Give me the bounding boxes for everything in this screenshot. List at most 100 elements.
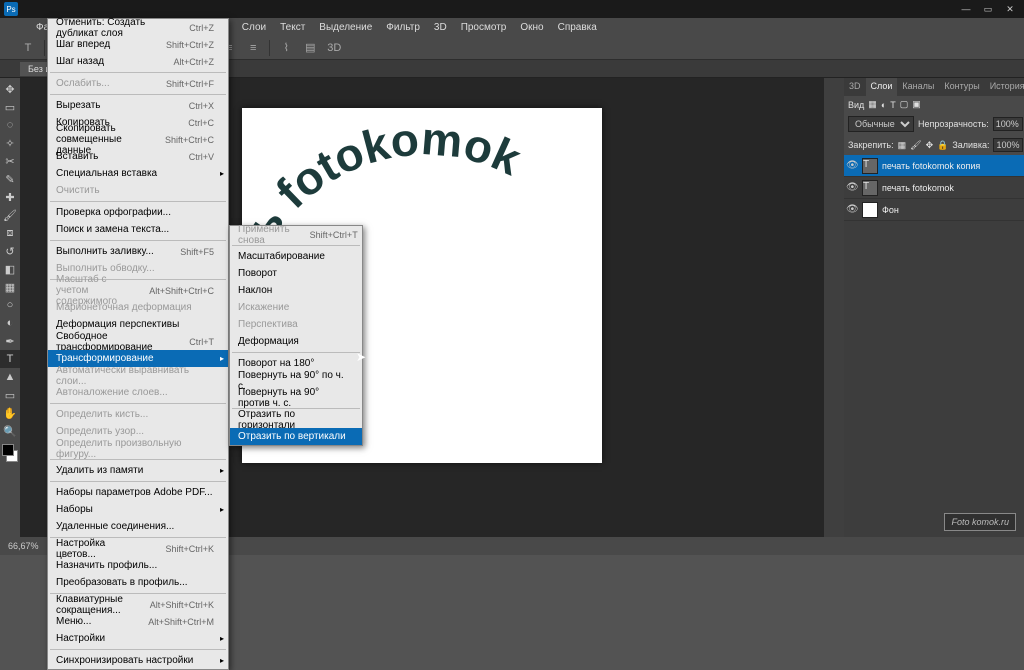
menu-item[interactable]: Выполнить заливку...Shift+F5 xyxy=(48,243,228,260)
menu-item[interactable]: Шаг впередShift+Ctrl+Z xyxy=(48,36,228,53)
eyedropper-tool[interactable]: ✎ xyxy=(0,170,20,188)
menu-item[interactable]: Поворот xyxy=(230,265,362,282)
menu-item[interactable]: Поиск и замена текста... xyxy=(48,221,228,238)
menu-item[interactable]: Отразить по вертикали xyxy=(230,428,362,445)
fill-field[interactable] xyxy=(993,138,1023,152)
lock-all-icon[interactable]: 🔒 xyxy=(937,140,948,151)
filter-shape-icon[interactable]: ▢ xyxy=(900,99,909,110)
panel-tab-каналы[interactable]: Каналы xyxy=(897,78,939,96)
color-swatches[interactable] xyxy=(0,444,20,472)
menu-item[interactable]: Удаленные соединения... xyxy=(48,518,228,535)
menu-item[interactable]: Настройки▸ xyxy=(48,630,228,647)
transform-submenu-dropdown[interactable]: Применить сноваShift+Ctrl+TМасштабирован… xyxy=(229,225,363,446)
gradient-tool[interactable]: ▦ xyxy=(0,278,20,296)
menu-item[interactable]: Меню...Alt+Shift+Ctrl+M xyxy=(48,613,228,630)
menu-справка[interactable]: Справка xyxy=(552,20,603,35)
watermark: Foto komok.ru xyxy=(944,513,1016,531)
filter-pixel-icon[interactable]: ▦ xyxy=(868,99,877,110)
text-warp-icon[interactable]: ⌇ xyxy=(278,40,294,56)
panel-tab-3d[interactable]: 3D xyxy=(844,78,866,96)
menu-item[interactable]: Шаг назадAlt+Ctrl+Z xyxy=(48,53,228,70)
dodge-tool[interactable]: ◐ xyxy=(0,314,20,332)
panel-tab-история[interactable]: История xyxy=(985,78,1024,96)
menu-item[interactable]: Наклон xyxy=(230,282,362,299)
lock-label: Закрепить: xyxy=(848,140,894,150)
align-right-icon[interactable]: ≡ xyxy=(245,40,261,56)
lock-position-icon[interactable]: ✥ xyxy=(926,140,934,151)
menu-item: Марионеточная деформация xyxy=(48,299,228,316)
layer-row[interactable]: 👁Tпечать fotokomok xyxy=(844,177,1024,199)
filter-adjust-icon[interactable]: ◐ xyxy=(881,100,886,110)
menu-item: Масштаб с учетом содержимогоAlt+Shift+Ct… xyxy=(48,282,228,299)
menu-фильтр[interactable]: Фильтр xyxy=(380,20,426,35)
layer-thumb: T xyxy=(862,180,878,196)
edit-menu-dropdown[interactable]: Отменить: Создать дубликат слояCtrl+ZШаг… xyxy=(47,18,229,670)
menu-item[interactable]: Преобразовать в профиль... xyxy=(48,574,228,591)
visibility-eye-icon[interactable]: 👁 xyxy=(846,182,858,193)
hand-tool[interactable]: ✋ xyxy=(0,404,20,422)
opacity-field[interactable] xyxy=(993,117,1023,131)
marquee-tool[interactable]: ▭ xyxy=(0,98,20,116)
path-select-tool[interactable]: ▲ xyxy=(0,368,20,386)
window-minimize-button[interactable]: — xyxy=(956,3,976,15)
menu-item: Автоналожение слоев... xyxy=(48,384,228,401)
menu-item[interactable]: Отразить по горизонтали xyxy=(230,411,362,428)
type-tool[interactable]: T xyxy=(0,350,20,368)
history-brush-tool[interactable]: ↺ xyxy=(0,242,20,260)
menu-текст[interactable]: Текст xyxy=(274,20,311,35)
lock-pixels-icon[interactable]: 🖌 xyxy=(910,140,921,151)
lock-transparent-icon[interactable]: ▦ xyxy=(898,140,907,151)
menu-item[interactable]: Проверка орфографии... xyxy=(48,204,228,221)
lasso-tool[interactable]: ◌ xyxy=(0,116,20,134)
menu-item[interactable]: Специальная вставка▸ xyxy=(48,165,228,182)
blend-mode-dropdown[interactable]: Обычные xyxy=(848,116,914,132)
filter-smart-icon[interactable]: ▣ xyxy=(912,99,921,110)
zoom-tool[interactable]: 🔍 xyxy=(0,422,20,440)
stamp-tool[interactable]: ⧈ xyxy=(0,224,20,242)
layer-row[interactable]: 👁Tпечать fotokomok копия xyxy=(844,155,1024,177)
character-panel-icon[interactable]: ▤ xyxy=(302,40,318,56)
zoom-level[interactable]: 66,67% xyxy=(8,541,39,551)
menu-item[interactable]: Клавиатурные сокращения...Alt+Shift+Ctrl… xyxy=(48,596,228,613)
menu-item[interactable]: Синхронизировать настройки▸ xyxy=(48,652,228,669)
shape-tool[interactable]: ▭ xyxy=(0,386,20,404)
heal-tool[interactable]: ✚ xyxy=(0,188,20,206)
menu-выделение[interactable]: Выделение xyxy=(313,20,378,35)
menu-3d[interactable]: 3D xyxy=(428,20,453,35)
menu-item: Перспектива xyxy=(230,316,362,333)
menu-item[interactable]: Удалить из памяти▸ xyxy=(48,462,228,479)
filter-text-icon[interactable]: T xyxy=(890,100,896,110)
menu-item[interactable]: Наборы▸ xyxy=(48,501,228,518)
menu-item[interactable]: Отменить: Создать дубликат слояCtrl+Z xyxy=(48,19,228,36)
crop-tool[interactable]: ✂ xyxy=(0,152,20,170)
menu-item[interactable]: Скопировать совмещенные данныеShift+Ctrl… xyxy=(48,131,228,148)
menu-item[interactable]: ВставитьCtrl+V xyxy=(48,148,228,165)
3d-icon[interactable]: 3D xyxy=(326,40,342,56)
menu-окно[interactable]: Окно xyxy=(514,20,549,35)
menu-слои[interactable]: Слои xyxy=(236,20,272,35)
pen-tool[interactable]: ✒ xyxy=(0,332,20,350)
panel-tab-слои[interactable]: Слои xyxy=(866,78,898,96)
menu-item[interactable]: Свободное трансформированиеCtrl+T xyxy=(48,333,228,350)
window-maximize-button[interactable]: ▭ xyxy=(978,3,998,15)
menu-item[interactable]: Масштабирование xyxy=(230,248,362,265)
panel-tab-контуры[interactable]: Контуры xyxy=(939,78,984,96)
wand-tool[interactable]: ✧ xyxy=(0,134,20,152)
blur-tool[interactable]: ○ xyxy=(0,296,20,314)
move-tool[interactable]: ✥ xyxy=(0,80,20,98)
visibility-eye-icon[interactable]: 👁 xyxy=(846,204,858,215)
visibility-eye-icon[interactable]: 👁 xyxy=(846,160,858,171)
text-tool-icon: T xyxy=(20,40,36,56)
menu-item[interactable]: Повернуть на 90° против ч. с. xyxy=(230,389,362,406)
menu-item[interactable]: Деформация xyxy=(230,333,362,350)
menu-item[interactable]: Настройка цветов...Shift+Ctrl+K xyxy=(48,540,228,557)
menu-item[interactable]: ВырезатьCtrl+X xyxy=(48,97,228,114)
menu-item[interactable]: Наборы параметров Adobe PDF... xyxy=(48,484,228,501)
layer-row[interactable]: 👁Фон xyxy=(844,199,1024,221)
window-close-button[interactable]: ✕ xyxy=(1000,3,1020,15)
layer-name: печать fotokomok копия xyxy=(882,161,980,171)
menu-item[interactable]: Назначить профиль... xyxy=(48,557,228,574)
eraser-tool[interactable]: ◧ xyxy=(0,260,20,278)
menu-просмотр[interactable]: Просмотр xyxy=(455,20,513,35)
brush-tool[interactable]: 🖌 xyxy=(0,206,20,224)
